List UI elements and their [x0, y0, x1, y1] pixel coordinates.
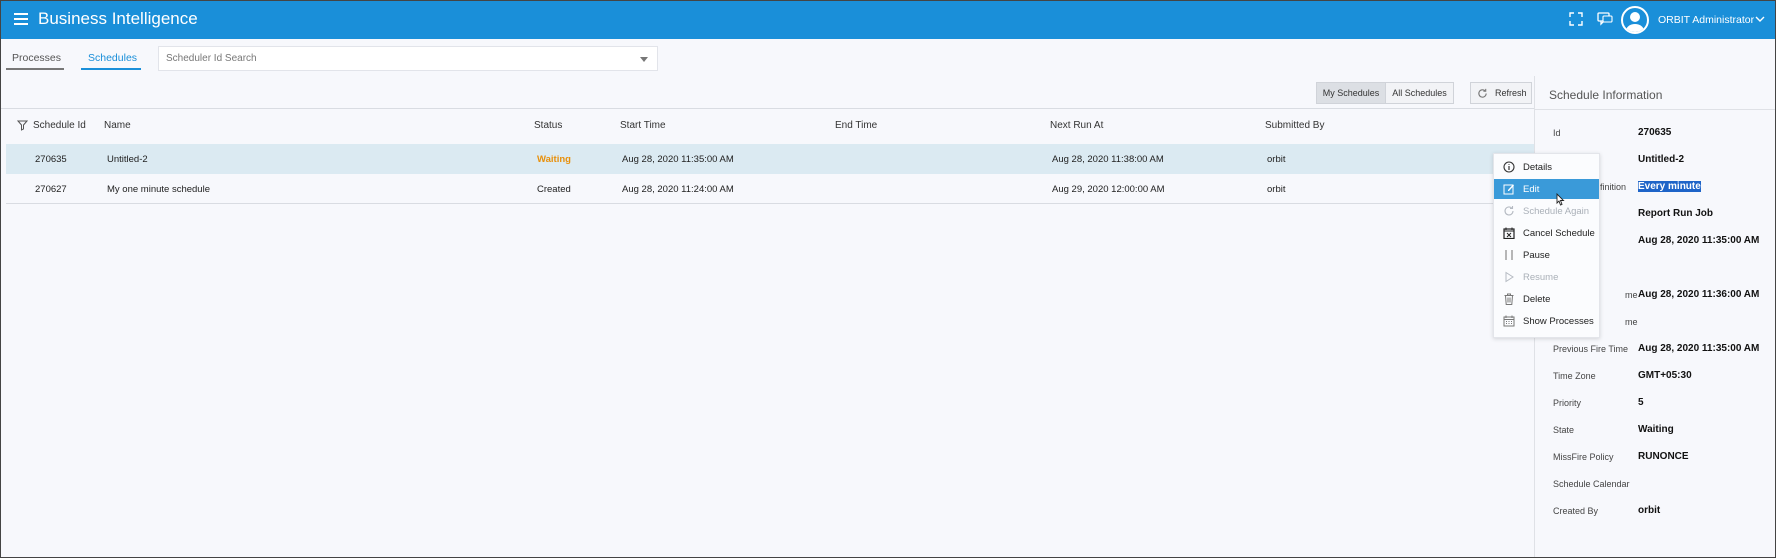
- column-header-name[interactable]: Name: [104, 120, 131, 131]
- menu-item-label: Details: [1523, 162, 1553, 173]
- tab-processes-underline: [6, 68, 64, 70]
- dropdown-caret-icon[interactable]: [640, 57, 648, 62]
- trash-icon: [1504, 293, 1514, 305]
- row-context-menu: Details Edit Schedule Again Cancel Sched…: [1493, 153, 1600, 338]
- user-name[interactable]: ORBIT Administrator: [1658, 14, 1754, 26]
- info-label-created-by: Created By: [1553, 506, 1599, 516]
- info-title-divider: [1535, 109, 1775, 110]
- info-label-end-time: me: [1625, 317, 1638, 327]
- pause-icon: [1505, 250, 1513, 260]
- info-value-job-type: Report Run Job: [1638, 208, 1713, 219]
- tab-schedules[interactable]: Schedules: [88, 52, 137, 64]
- avatar-icon: [1626, 12, 1644, 32]
- table-row[interactable]: 270627 My one minute schedule Created Au…: [6, 174, 1534, 204]
- chevron-down-icon[interactable]: [1755, 14, 1765, 24]
- menu-item-label: Edit: [1523, 184, 1540, 195]
- info-value-name: Untitled-2: [1638, 154, 1685, 165]
- info-label-previous-fire-time: Previous Fire Time: [1553, 344, 1629, 354]
- info-value-missfire-policy: RUNONCE: [1638, 451, 1689, 462]
- table-divider: [1, 108, 1534, 109]
- info-value-start-time: Aug 28, 2020 11:35:00 AM: [1638, 235, 1760, 246]
- edit-icon: [1503, 184, 1514, 195]
- menu-item-details[interactable]: Details: [1494, 157, 1599, 177]
- menu-item-show-processes[interactable]: Show Processes: [1494, 311, 1599, 331]
- cell-status: Waiting: [537, 154, 571, 165]
- menu-item-delete[interactable]: Delete: [1494, 289, 1599, 309]
- info-value-time-zone: GMT+05:30: [1638, 370, 1692, 381]
- info-icon: [1503, 161, 1515, 173]
- info-label-time-zone: Time Zone: [1553, 371, 1596, 381]
- cell-name: Untitled-2: [107, 154, 148, 165]
- column-header-start-time[interactable]: Start Time: [620, 120, 666, 131]
- cell-status: Created: [537, 184, 571, 195]
- top-bar: Business Intelligence ORBIT Administrato…: [1, 1, 1775, 39]
- info-value-priority: 5: [1638, 397, 1644, 408]
- info-label-missfire-policy: MissFire Policy: [1553, 452, 1614, 462]
- menu-item-label: Delete: [1523, 294, 1551, 305]
- calendar-icon: [1503, 315, 1515, 327]
- play-icon: [1505, 271, 1514, 283]
- info-label-state: State: [1553, 425, 1575, 435]
- column-header-submitted-by[interactable]: Submitted By: [1265, 120, 1324, 131]
- chat-icon[interactable]: [1597, 12, 1613, 26]
- cell-start-time: Aug 28, 2020 11:35:00 AM: [622, 154, 734, 165]
- menu-item-resume[interactable]: Resume: [1494, 267, 1599, 287]
- tab-processes[interactable]: Processes: [12, 52, 61, 64]
- search-placeholder: Scheduler Id Search: [166, 53, 257, 64]
- info-label-priority: Priority: [1553, 398, 1582, 408]
- info-value-next-fire-time: Aug 28, 2020 11:36:00 AM: [1638, 289, 1760, 300]
- column-header-status[interactable]: Status: [534, 120, 562, 131]
- cell-schedule-id: 270635: [35, 154, 67, 165]
- info-label-next-fire-time: me: [1625, 290, 1638, 300]
- app-window: Business Intelligence ORBIT Administrato…: [0, 0, 1776, 558]
- menu-item-schedule-again[interactable]: Schedule Again: [1494, 201, 1599, 221]
- cell-submitted-by: orbit: [1267, 184, 1286, 195]
- table-row[interactable]: 270635 Untitled-2 Waiting Aug 28, 2020 1…: [6, 144, 1534, 174]
- menu-item-edit[interactable]: Edit: [1494, 179, 1599, 199]
- app-title: Business Intelligence: [38, 9, 198, 28]
- column-header-end-time[interactable]: End Time: [835, 120, 877, 131]
- info-label-id: Id: [1553, 128, 1561, 138]
- redo-icon: [1504, 206, 1514, 216]
- cell-schedule-id: 270627: [35, 184, 67, 195]
- cell-name: My one minute schedule: [107, 184, 210, 195]
- info-panel-title: Schedule Information: [1549, 88, 1663, 102]
- info-value-id: 270635: [1638, 127, 1672, 138]
- info-value-state: Waiting: [1638, 424, 1674, 435]
- filter-icon[interactable]: [17, 120, 28, 131]
- all-schedules-button[interactable]: All Schedules: [1386, 82, 1454, 104]
- scheduler-id-search[interactable]: Scheduler Id Search: [158, 46, 658, 71]
- menu-icon[interactable]: [14, 13, 28, 25]
- menu-item-pause[interactable]: Pause: [1494, 245, 1599, 265]
- cell-next-run-at: Aug 29, 2020 12:00:00 AM: [1052, 184, 1165, 195]
- fullscreen-icon[interactable]: [1569, 12, 1583, 26]
- info-value-definition[interactable]: Every minute: [1638, 181, 1701, 192]
- menu-item-label: Cancel Schedule: [1523, 228, 1595, 239]
- menu-item-label: Show Processes: [1523, 316, 1594, 327]
- cell-start-time: Aug 28, 2020 11:24:00 AM: [622, 184, 734, 195]
- menu-item-label: Pause: [1523, 250, 1550, 261]
- my-schedules-button[interactable]: My Schedules: [1316, 82, 1386, 104]
- menu-item-cancel-schedule[interactable]: Cancel Schedule: [1494, 223, 1599, 243]
- mouse-cursor-icon: [1556, 193, 1565, 206]
- menu-item-label: Resume: [1523, 272, 1559, 283]
- info-value-previous-fire-time: Aug 28, 2020 11:35:00 AM: [1638, 343, 1760, 354]
- tab-schedules-underline: [81, 68, 141, 70]
- info-label-schedule-calendar: Schedule Calendar: [1553, 479, 1630, 489]
- refresh-icon: [1478, 88, 1487, 98]
- refresh-label: Refresh: [1495, 88, 1527, 98]
- refresh-button[interactable]: Refresh: [1470, 82, 1532, 104]
- cancel-calendar-icon: [1503, 227, 1515, 239]
- info-value-created-by: orbit: [1638, 505, 1661, 516]
- column-header-schedule-id[interactable]: Schedule Id: [33, 120, 86, 131]
- cell-next-run-at: Aug 28, 2020 11:38:00 AM: [1052, 154, 1164, 165]
- column-header-next-run-at[interactable]: Next Run At: [1050, 120, 1103, 131]
- cell-submitted-by: orbit: [1267, 154, 1286, 165]
- avatar[interactable]: [1621, 6, 1649, 34]
